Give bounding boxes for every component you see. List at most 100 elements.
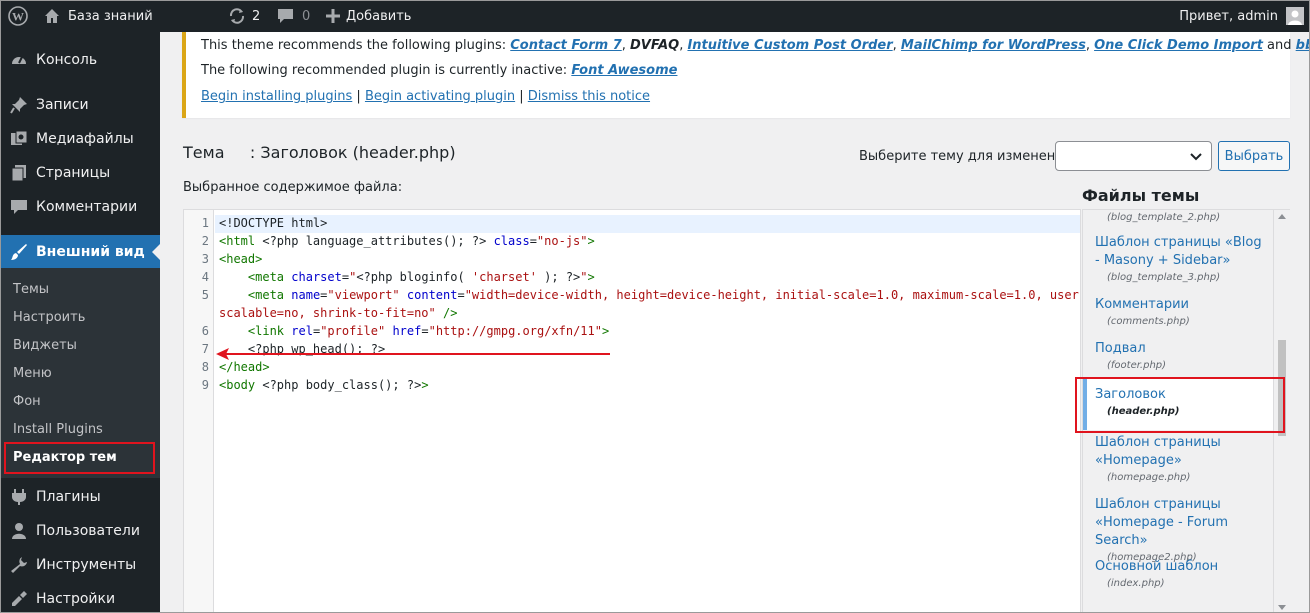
plugin-link-intuitive-order[interactable]: Intuitive Custom Post Order: [687, 38, 892, 53]
notice-text: and: [1262, 38, 1296, 53]
comment-icon: [9, 197, 29, 217]
plugin-link-demo-import[interactable]: One Click Demo Import: [1094, 38, 1263, 53]
wordpress-logo-icon[interactable]: W: [8, 0, 36, 32]
menu-label: Комментарии: [36, 199, 138, 215]
refresh-icon: [228, 7, 246, 25]
page-icon: [9, 163, 29, 183]
code-editor[interactable]: 1 2 3 4 5 6 7 8 9 <!DOCTYPE html> <html …: [183, 209, 1081, 613]
menu-label: Пользователи: [36, 523, 140, 539]
code-line-3: <head>: [219, 252, 263, 266]
menu-item-pages[interactable]: Страницы: [0, 156, 160, 190]
file-name: Шаблон страницы «Homepage - Forum Search…: [1095, 497, 1228, 548]
file-name: Подвал: [1095, 341, 1146, 356]
file-entry[interactable]: Шаблон страницы «Blog - Masony + Sidebar…: [1095, 234, 1270, 286]
line-number: 1: [201, 216, 209, 230]
tools-icon: [9, 555, 29, 575]
admin-bar: W База знаний 2 0 Добавить Привет, admin: [0, 0, 1310, 32]
menu-label: Медиафайлы: [36, 131, 134, 147]
updates-count: 2: [252, 8, 261, 24]
add-new-link[interactable]: Добавить: [326, 0, 411, 32]
dashboard-icon: [9, 50, 29, 70]
menu-item-media[interactable]: Медиафайлы: [0, 122, 160, 156]
site-name: База знаний: [68, 8, 153, 24]
code-line-8: </head>: [219, 360, 270, 374]
line-number: 4: [201, 270, 209, 284]
file-entry[interactable]: Подвал (footer.php): [1095, 340, 1270, 374]
menu-item-users[interactable]: Пользователи: [0, 514, 160, 548]
greeting: Привет, admin: [1179, 8, 1278, 24]
menu-item-tools[interactable]: Инструменты: [0, 548, 160, 582]
code-line-2: <html <?php language_attributes(); ?> cl…: [219, 234, 595, 248]
active-line-highlight: [215, 215, 1080, 233]
menu-item-appearance[interactable]: Внешний вид: [0, 235, 160, 269]
plugin-link-mailchimp[interactable]: MailChimp for WordPress: [901, 38, 1086, 53]
notice-inactive-line: The following recommended plugin is curr…: [201, 63, 677, 78]
line-number: 7: [201, 342, 209, 356]
file-entry[interactable]: Шаблон страницы «Homepage - Forum Search…: [1095, 496, 1270, 566]
tgmpa-notice: This theme recommends the following plug…: [182, 32, 1310, 118]
plugin-link-contact-form[interactable]: Contact Form 7: [510, 38, 622, 53]
menu-label: Записи: [36, 97, 89, 113]
file-content-label: Выбранное содержимое файла:: [183, 180, 403, 195]
menu-item-settings[interactable]: Настройки: [0, 582, 160, 613]
notice-actions: Begin installing plugins | Begin activat…: [201, 89, 651, 104]
menu-item-dashboard[interactable]: Консоль: [0, 43, 160, 77]
file-name: Шаблон страницы «Blog - Masony + Sidebar…: [1095, 235, 1262, 268]
file-path: (comments.php): [1107, 316, 1190, 327]
file-entry[interactable]: (blog_template_2.php): [1095, 210, 1270, 226]
notice-text: The following recommended plugin is curr…: [201, 63, 572, 78]
page-title: Тема : Заголовок (header.php): [183, 143, 456, 162]
plugin-icon: [9, 487, 29, 507]
submenu-customize[interactable]: Настроить: [13, 310, 85, 325]
notice-text: This theme recommends the following plug…: [201, 38, 511, 53]
menu-item-posts[interactable]: Записи: [0, 88, 160, 122]
site-home-link[interactable]: База знаний: [44, 0, 153, 32]
menu-label: Консоль: [36, 52, 98, 68]
submenu-background[interactable]: Фон: [13, 394, 41, 409]
menu-label: Инструменты: [36, 557, 137, 573]
avatar: [1286, 7, 1304, 25]
file-entry[interactable]: Основной шаблон (index.php): [1095, 558, 1270, 592]
file-path: (index.php): [1107, 578, 1165, 589]
line-number: 9: [201, 378, 209, 392]
comments-count: 0: [302, 8, 311, 24]
plus-icon: [326, 9, 340, 23]
menu-label: Плагины: [36, 489, 101, 505]
code-line-4: <meta charset="<?php bloginfo( 'charset'…: [247, 270, 595, 284]
theme-files-title: Файлы темы: [1082, 186, 1200, 205]
dismiss-notice-link[interactable]: Dismiss this notice: [528, 89, 650, 104]
admin-sidebar: Консоль Записи Медиафайлы Страницы Комме…: [0, 32, 160, 613]
scroll-up-icon[interactable]: [1278, 214, 1286, 219]
menu-label: Внешний вид: [36, 244, 145, 260]
line-number: 3: [201, 252, 209, 266]
submenu-widgets[interactable]: Виджеты: [13, 338, 77, 353]
annotation-arrow-icon: [216, 348, 610, 360]
theme-select-label: Выберите тему для изменения:: [859, 149, 1076, 164]
submenu-themes[interactable]: Темы: [13, 282, 49, 297]
line-number: 8: [201, 360, 209, 374]
menu-item-plugins[interactable]: Плагины: [0, 480, 160, 514]
submenu-menus[interactable]: Меню: [13, 366, 52, 381]
comments-link[interactable]: 0: [277, 0, 310, 32]
menu-label: Настройки: [36, 591, 116, 607]
highlight-box: [4, 442, 155, 474]
line-gutter: 1 2 3 4 5 6 7 8 9: [184, 210, 214, 612]
highlight-box: [1075, 377, 1285, 433]
file-entry[interactable]: Комментарии (comments.php): [1095, 296, 1270, 330]
begin-installing-link[interactable]: Begin installing plugins: [201, 89, 352, 104]
scroll-down-icon[interactable]: [1278, 605, 1286, 610]
menu-item-comments[interactable]: Комментарии: [0, 190, 160, 224]
comment-bubble-icon: [277, 8, 294, 24]
submenu-install-plugins[interactable]: Install Plugins: [13, 422, 103, 437]
plugin-link-font-awesome[interactable]: Font Awesome: [571, 63, 677, 78]
theme-select[interactable]: [1055, 141, 1212, 171]
plugin-link-bbpress[interactable]: bbPress: [1296, 38, 1310, 53]
select-theme-button[interactable]: Выбрать: [1218, 141, 1290, 171]
file-entry[interactable]: Шаблон страницы «Homepage» (homepage.php…: [1095, 434, 1270, 486]
chevron-down-icon: [1189, 149, 1203, 163]
file-path: (footer.php): [1107, 360, 1167, 371]
updates-link[interactable]: 2: [228, 0, 260, 32]
begin-activating-link[interactable]: Begin activating plugin: [365, 89, 515, 104]
file-name: Основной шаблон: [1095, 559, 1219, 574]
my-account-link[interactable]: Привет, admin: [1179, 0, 1304, 32]
